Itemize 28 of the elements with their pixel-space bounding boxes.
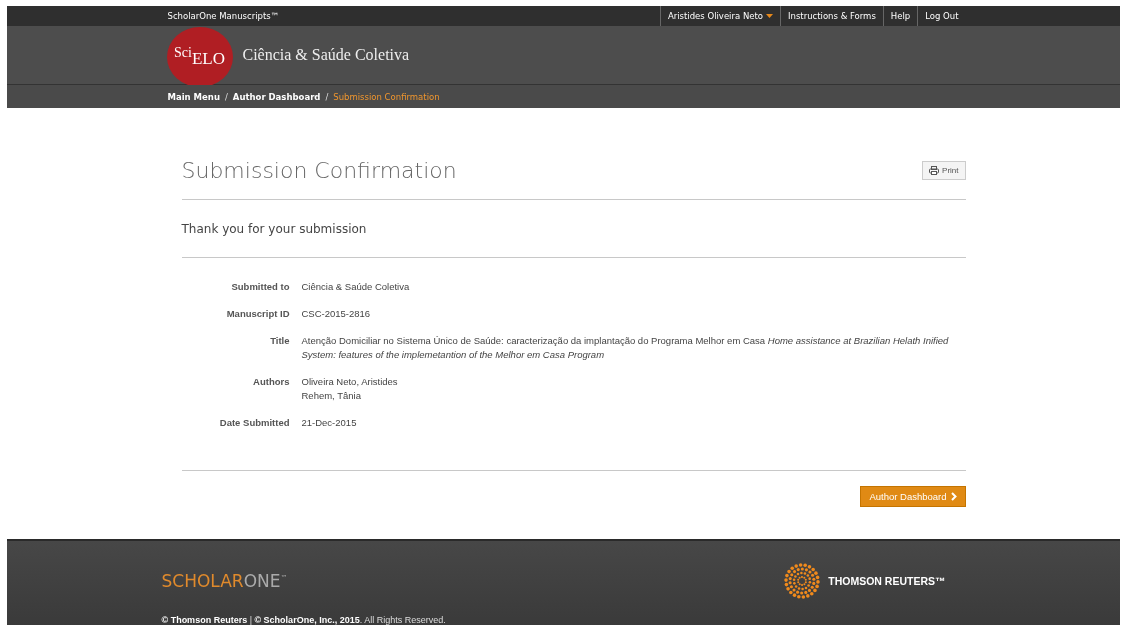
field-label: Manuscript ID bbox=[225, 307, 290, 321]
page-title: Submission Confirmation bbox=[181, 158, 457, 183]
breadcrumb-separator: / bbox=[325, 91, 329, 102]
breadcrumb-link[interactable]: Author Dashboard bbox=[232, 91, 321, 102]
chevron-icon bbox=[950, 492, 957, 501]
copyright-text: © Thomson Reuters | © ScholarOne, Inc., 2015. All Rights Reserved. bbox=[161, 615, 447, 625]
field-value: 21-Dec-2015 bbox=[301, 416, 358, 430]
dotted-circle-icon bbox=[784, 563, 821, 599]
breadcrumb-separator: / bbox=[224, 91, 228, 102]
field-value: Oliveira Neto, Aristides bbox=[301, 375, 399, 389]
journal-name: Ciência & Saúde Coletiva bbox=[242, 46, 410, 64]
product-name: ScholarOne Manuscripts™ bbox=[167, 11, 280, 21]
field-value: Atenção Domiciliar no Sistema Único de Saúde: caracterização da implantação do Programa Melhor em Casa Home assistance at Brazilian Helath Inified System: features of the implemetantion of the Melhor em Casa Program bbox=[301, 334, 950, 362]
field-label: Submitted to bbox=[230, 280, 290, 294]
printer-icon bbox=[929, 166, 940, 175]
breadcrumb-link[interactable]: Main Menu bbox=[167, 91, 220, 102]
field-label: Title bbox=[269, 334, 290, 348]
field-label: Date Submitted bbox=[218, 416, 290, 430]
partner-logo-text: THOMSON REUTERS™ bbox=[828, 575, 946, 587]
field-value: Rehem, Tânia bbox=[301, 389, 362, 403]
breadcrumb-link[interactable]: Submission Confirmation bbox=[333, 91, 440, 102]
print-button[interactable]: Print bbox=[922, 161, 966, 180]
caret-icon bbox=[766, 14, 773, 18]
scholarone-logo: SCHOLARONE$^{™}$ bbox=[161, 571, 288, 591]
field-label: Authors bbox=[252, 375, 290, 389]
field-value: Ciência & Saúde Coletiva bbox=[301, 280, 411, 294]
field-value: CSC-2015-2816 bbox=[301, 307, 372, 321]
confirmation-message: Thank you for your submission bbox=[181, 222, 368, 236]
